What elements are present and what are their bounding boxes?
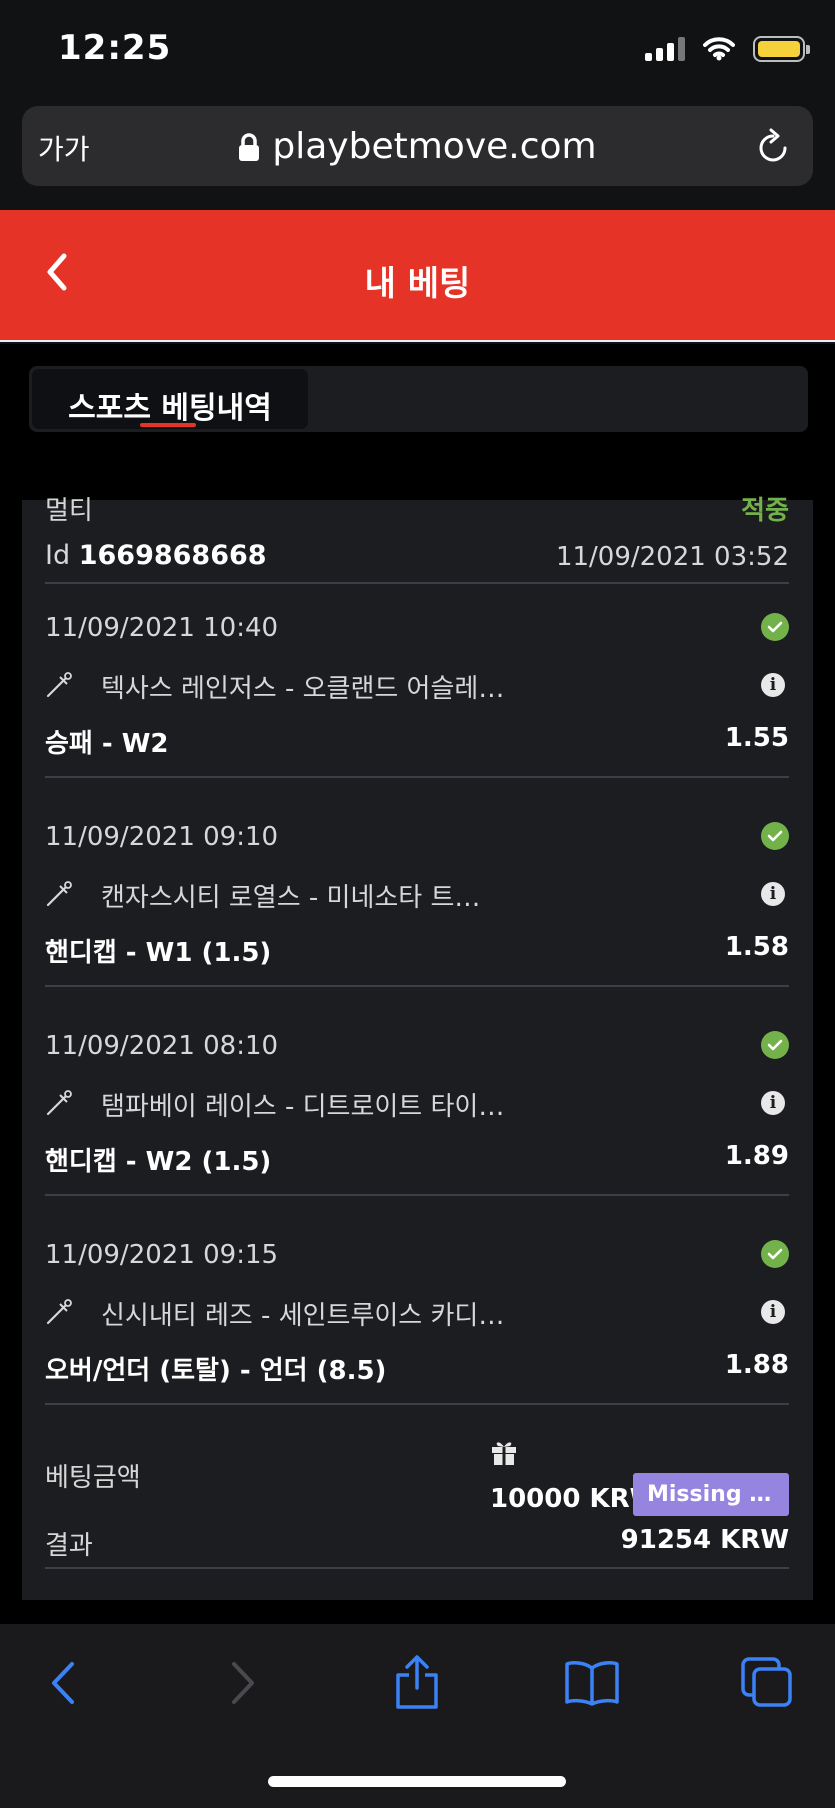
- tabs-bar: 스포츠 베팅내역: [29, 366, 808, 432]
- missing-badge[interactable]: Missing tr…: [633, 1473, 789, 1516]
- tab-label: 스포츠 베팅내역: [68, 391, 272, 426]
- check-circle-icon: [761, 1031, 789, 1059]
- home-indicator: [268, 1776, 566, 1787]
- check-circle-icon: [761, 613, 789, 641]
- event-odds: 1.88: [724, 1350, 789, 1380]
- bet-id-value: 1669868668: [78, 540, 267, 571]
- event-datetime: 11/09/2021 09:10: [45, 822, 279, 852]
- event-datetime: 11/09/2021 09:15: [45, 1240, 279, 1270]
- forward-icon[interactable]: [228, 1660, 258, 1706]
- tab-active-indicator: [140, 423, 196, 427]
- event-odds: 1.55: [724, 723, 789, 753]
- check-circle-icon: [761, 822, 789, 850]
- event-market: 오버/언더 (토탈) - 언더 (8.5): [45, 1356, 387, 1386]
- url-text: playbetmove.com: [272, 126, 597, 167]
- bet-placed-datetime: 11/09/2021 03:52: [555, 542, 789, 572]
- event-teams: 캔자스시티 로열스 - 미네소타 트…: [101, 883, 481, 913]
- baseball-bat-icon: [46, 672, 72, 698]
- result-value: 91254 KRW: [620, 1525, 789, 1555]
- baseball-bat-icon: [46, 881, 72, 907]
- page-title: 내 베팅: [364, 264, 471, 304]
- event-teams: 신시내티 레즈 - 세인트루이스 카디…: [101, 1301, 505, 1331]
- share-icon[interactable]: [394, 1654, 440, 1710]
- battery-icon: [753, 36, 810, 62]
- bookmarks-icon[interactable]: [564, 1660, 620, 1706]
- divider: [45, 1567, 789, 1569]
- address-bar[interactable]: 가가 playbetmove.com: [22, 106, 813, 186]
- event-odds: 1.89: [724, 1141, 789, 1171]
- bet-card: 멀티 적중 Id 1669868668 11/09/2021 03:52 11/…: [22, 496, 813, 1600]
- stake-label: 베팅금액: [45, 1463, 141, 1493]
- info-icon[interactable]: i: [761, 882, 785, 906]
- lock-icon: [239, 132, 260, 161]
- check-circle-icon: [761, 1240, 789, 1268]
- info-icon[interactable]: i: [761, 1091, 785, 1115]
- wifi-icon: [703, 37, 735, 61]
- event-market: 핸디캡 - W1 (1.5): [45, 938, 272, 968]
- event-teams: 탬파베이 레이스 - 디트로이트 타이…: [101, 1092, 505, 1122]
- event-odds: 1.58: [724, 932, 789, 962]
- info-icon[interactable]: i: [761, 1300, 785, 1324]
- event-teams: 텍사스 레인저스 - 오클랜드 어슬레…: [101, 674, 505, 704]
- back-icon[interactable]: [48, 1660, 78, 1706]
- divider: [45, 1194, 789, 1196]
- list-item[interactable]: 11/09/2021 09:15 신시내티 레즈 - 세인트루이스 카디… i …: [45, 1240, 789, 1406]
- gift-icon: [492, 1442, 516, 1465]
- reload-icon[interactable]: [755, 128, 791, 166]
- list-item[interactable]: 11/09/2021 08:10 탬파베이 레이스 - 디트로이트 타이… i …: [45, 1031, 789, 1197]
- url-display[interactable]: playbetmove.com: [22, 126, 813, 167]
- result-label: 결과: [45, 1531, 93, 1561]
- list-item[interactable]: 11/09/2021 09:10 캔자스시티 로열스 - 미네소타 트… i 핸…: [45, 822, 789, 988]
- divider: [45, 1403, 789, 1405]
- info-icon[interactable]: i: [761, 673, 785, 697]
- tabs-icon[interactable]: [740, 1656, 794, 1708]
- bet-id: Id 1669868668: [45, 540, 267, 571]
- baseball-bat-icon: [46, 1090, 72, 1116]
- divider: [45, 985, 789, 987]
- bet-status: 적중: [741, 496, 789, 526]
- bet-type-label: 멀티: [45, 496, 93, 526]
- event-datetime: 11/09/2021 10:40: [45, 613, 279, 643]
- bet-id-prefix: Id: [45, 540, 71, 571]
- page-header: 내 베팅: [0, 210, 835, 342]
- tab-sports-bet-history[interactable]: 스포츠 베팅내역: [32, 369, 308, 429]
- divider: [45, 776, 789, 778]
- event-market: 승패 - W2: [45, 729, 169, 759]
- baseball-bat-icon: [46, 1299, 72, 1325]
- list-item[interactable]: 11/09/2021 10:40 텍사스 레인저스 - 오클랜드 어슬레… i …: [45, 613, 789, 779]
- event-datetime: 11/09/2021 08:10: [45, 1031, 279, 1061]
- status-time: 12:25: [58, 28, 172, 68]
- event-market: 핸디캡 - W2 (1.5): [45, 1147, 272, 1177]
- divider: [45, 582, 789, 584]
- status-icons: [645, 36, 810, 62]
- cellular-signal-icon: [645, 37, 685, 61]
- status-bar: 12:25: [0, 0, 835, 95]
